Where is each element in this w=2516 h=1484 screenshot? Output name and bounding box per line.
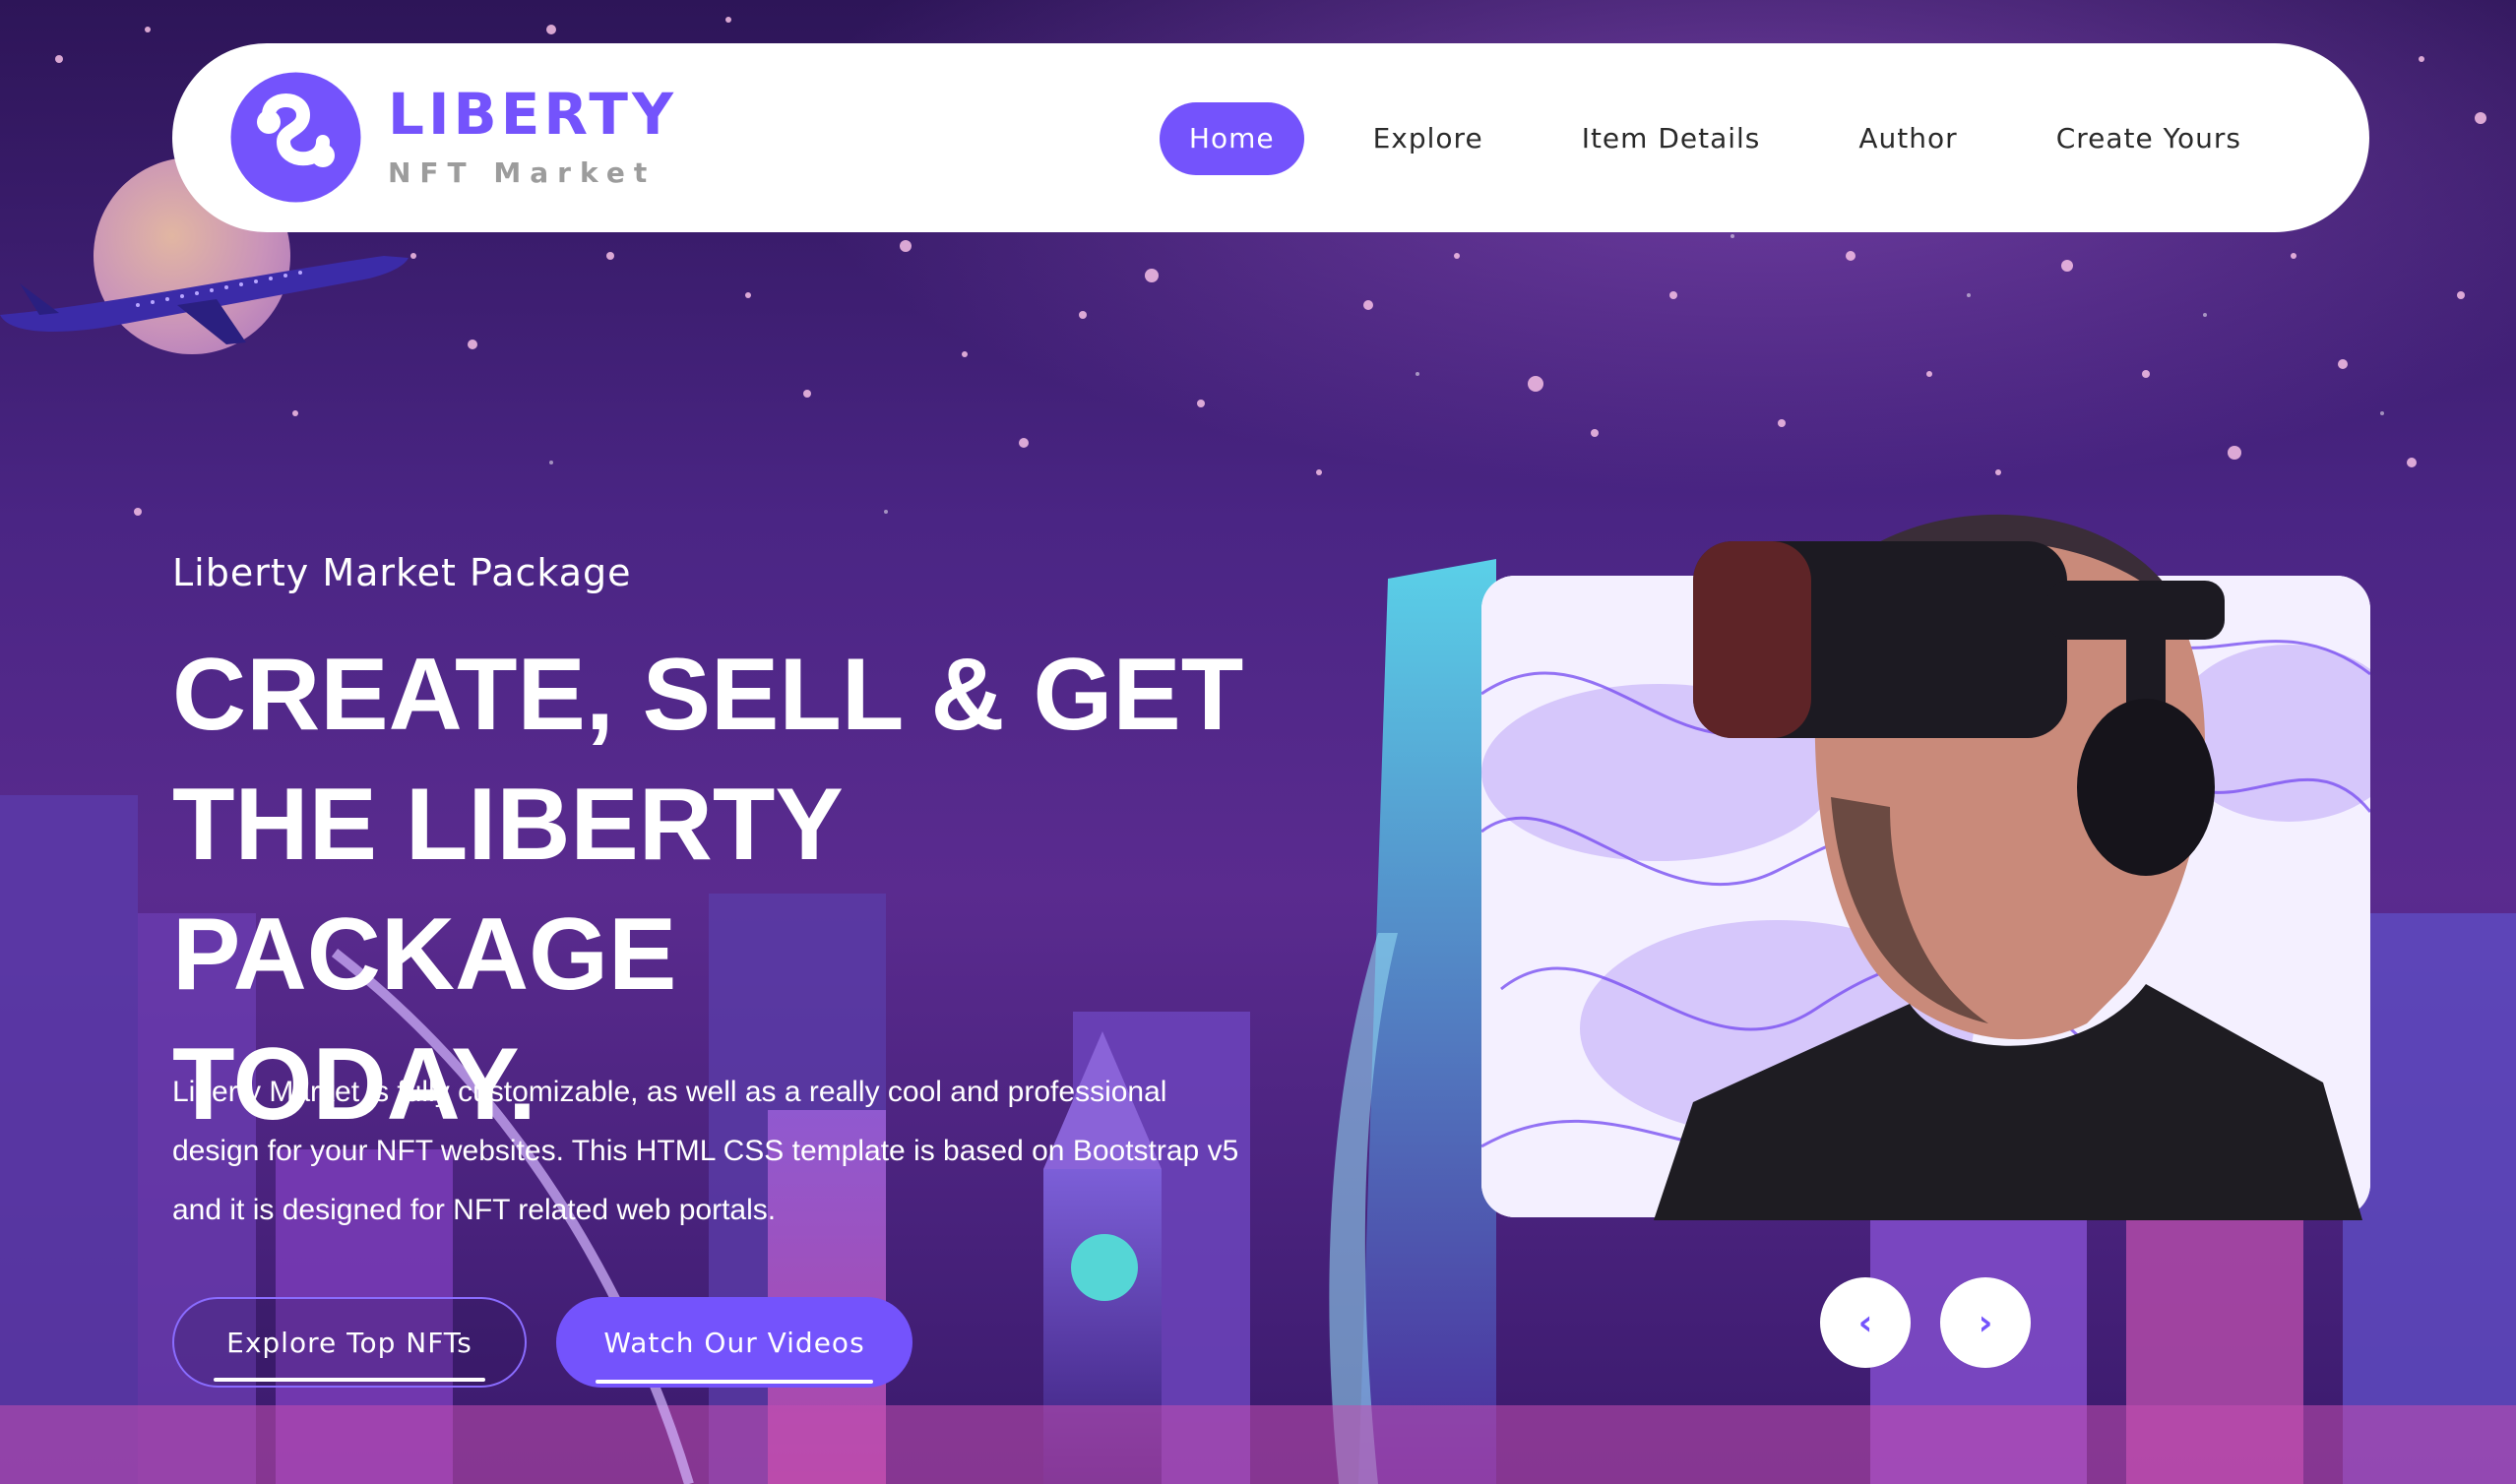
watch-our-videos-label: Watch Our Videos <box>603 1326 865 1359</box>
nav-item-item-details[interactable]: Item Details <box>1552 102 1791 175</box>
brand-logo[interactable]: LIBERTY NFT Market <box>229 71 677 204</box>
nav-item-home[interactable]: Home <box>1159 102 1304 175</box>
hero-description-line-3: and it is designed for NFT related web p… <box>172 1194 777 1226</box>
hero-title-line-1: CREATE, SELL & GET <box>172 638 1244 752</box>
chevron-right-icon: › <box>1978 1302 1993 1343</box>
nav-item-explore[interactable]: Explore <box>1344 102 1513 175</box>
hero-description-line-1: Liberty Market is fully customizable, as… <box>172 1076 1167 1108</box>
site-header: LIBERTY NFT Market Home Explore Item Det… <box>172 43 2369 232</box>
explore-top-nfts-label: Explore Top NFTs <box>226 1326 472 1359</box>
liberty-swirl-logo-icon <box>230 72 361 203</box>
watch-our-videos-button[interactable]: Watch Our Videos <box>556 1297 912 1388</box>
nav-item-author[interactable]: Author <box>1829 102 1986 175</box>
brand-wordmark: LIBERTY NFT Market <box>388 83 677 193</box>
hero-description-line-2: design for your NFT websites. This HTML … <box>172 1135 1239 1167</box>
hero-kicker: Liberty Market Package <box>172 551 632 594</box>
carousel-prev-button[interactable]: ‹ <box>1820 1277 1911 1368</box>
main-nav: Home Explore Item Details Author Create … <box>1120 102 2271 175</box>
hero-title-line-2: THE LIBERTY PACKAGE <box>172 768 842 1012</box>
brand-tagline: NFT Market <box>388 155 657 189</box>
nav-item-create-yours[interactable]: Create Yours <box>2027 102 2271 175</box>
explore-top-nfts-button[interactable]: Explore Top NFTs <box>172 1297 527 1388</box>
chevron-left-icon: ‹ <box>1857 1302 1873 1343</box>
hero-description: Liberty Market is fully customizable, as… <box>172 1063 1275 1240</box>
vr-headset-person-illustration <box>1654 514 2362 1220</box>
button-underline <box>214 1378 485 1382</box>
airplane-illustration <box>0 256 409 344</box>
button-underline <box>596 1380 873 1384</box>
carousel-next-button[interactable]: › <box>1940 1277 2031 1368</box>
brand-name: LIBERTY <box>388 80 677 148</box>
